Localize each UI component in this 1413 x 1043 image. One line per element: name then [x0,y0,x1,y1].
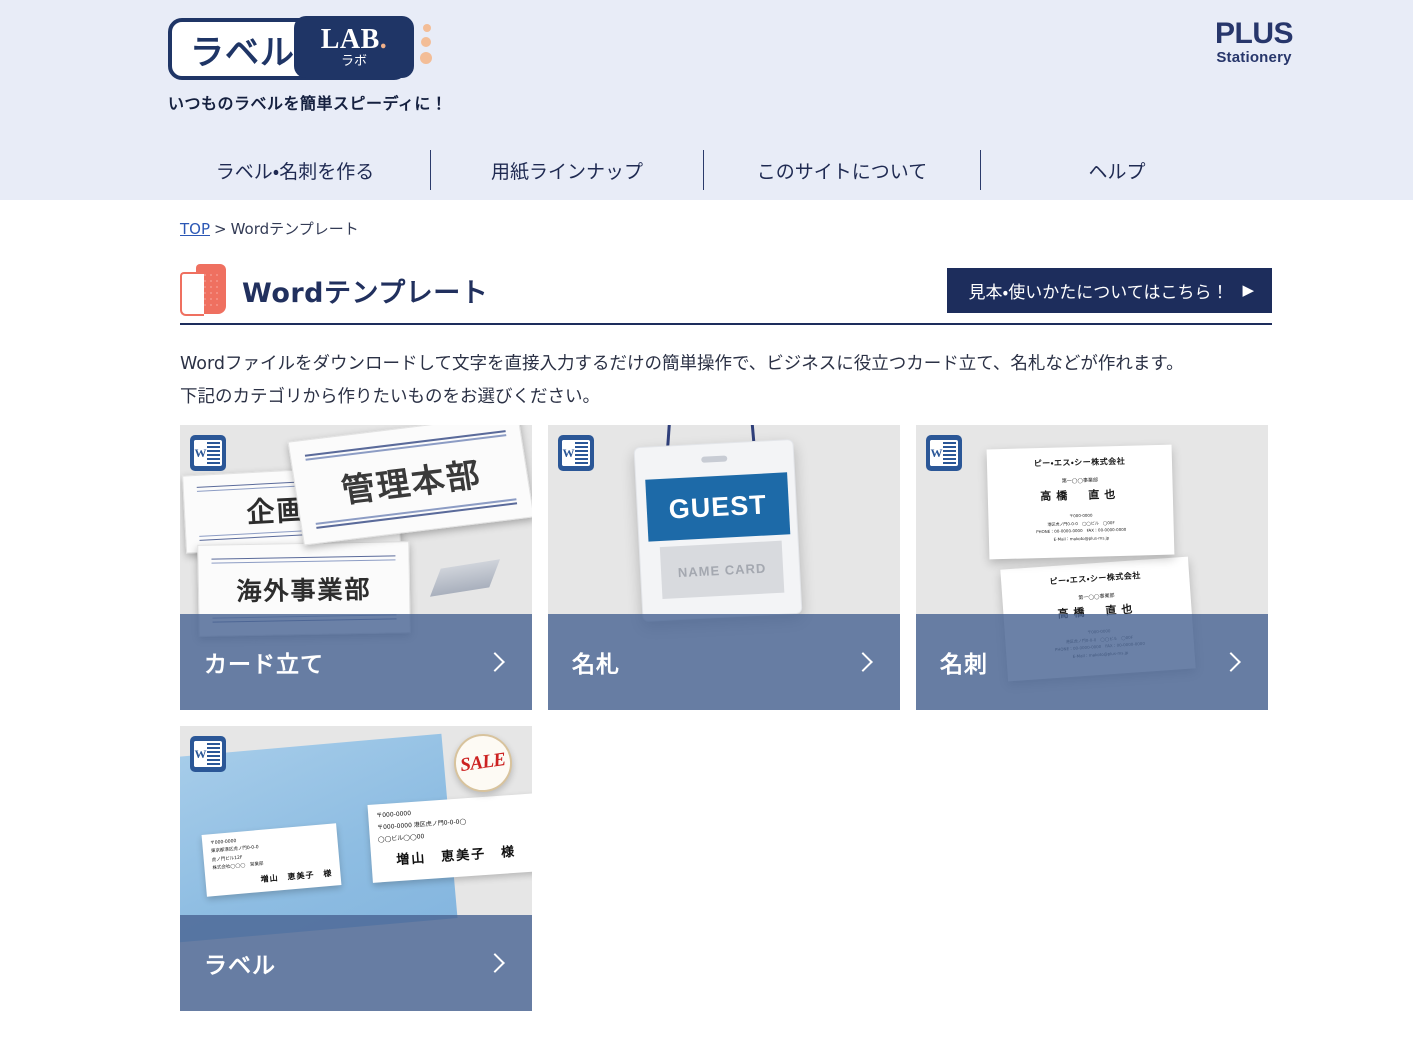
page-title: Wordテンプレート [242,277,489,309]
category-card-grid: 企画部 海外事業部 管理本部 W カード立て GUEST NAME CARD W… [180,425,1272,1011]
chevron-right-icon [853,652,873,672]
breadcrumb-separator: > [214,220,227,238]
nav-item-create[interactable]: ラベル・名刺を作る [160,157,430,184]
logo-tagline: いつものラベルを簡単スピーディに！ [168,94,448,113]
badge-holder: GUEST NAME CARD [633,438,803,623]
nameplate-kanri-honbu: 管理本部 [287,425,532,546]
main-navigation: ラベル・名刺を作る 用紙ラインナップ このサイトについて ヘルプ [0,140,1413,200]
category-card-card-stand[interactable]: 企画部 海外事業部 管理本部 W カード立て [180,425,532,710]
title-divider [180,323,1272,325]
site-header: ラベル LAB. ラボ いつものラベルを簡単スピーディに！ PLUS Stati… [0,0,1413,200]
category-label: 名刺 [940,652,988,678]
business-card-front: ピー・エス・シー株式会社 第一◯◯事業部 高橋 直也 〒000-0000 港区虎… [986,444,1175,560]
logo-lab-text: LAB. [320,24,388,55]
brand-subtitle: Stationery [1216,48,1292,66]
badge-slot [701,455,728,463]
description-line-2: 下記のカテゴリから作りたいものをお選びください。 [180,387,600,408]
badge-name-card-area: NAME CARD [659,540,785,599]
category-card-label[interactable]: 〒000-0000 東京都港区虎ノ門0-0-0 虎ノ門ビル12F 株式会社◯◯◯… [180,726,532,1011]
chevron-right-icon [485,652,505,672]
card-label-bar: 名刺 [916,614,1268,710]
usage-guide-button[interactable]: 見本・使いかたについてはこちら！ ▶ [946,267,1272,313]
nav-item-paper-lineup[interactable]: 用紙ラインナップ [431,157,703,184]
nav-item-about-site[interactable]: このサイトについて [704,157,980,184]
chevron-right-icon [1221,652,1241,672]
word-icon: W [926,435,962,471]
card-label-bar: 名札 [548,614,900,710]
address-label-small: 〒000-0000 東京都港区虎ノ門0-0-0 虎ノ門ビル12F 株式会社◯◯◯… [201,823,342,897]
breadcrumb: TOP > Wordテンプレート [180,218,359,239]
chevron-right-icon [485,953,505,973]
play-triangle-icon: ▶ [1242,280,1254,299]
page-description: Wordファイルをダウンロードして文字を直接入力するだけの簡単操作で、ビジネスに… [180,348,1270,415]
card-label-bar: カード立て [180,614,532,710]
card-label-bar: ラベル [180,915,532,1011]
breadcrumb-current: Wordテンプレート [230,220,359,238]
breadcrumb-link-top[interactable]: TOP [180,220,210,238]
address-label-large: 〒000-0000 〒000-0000 港区虎ノ門0-0-0◯ ◯◯ビル◯◯00… [367,793,532,883]
logo-dots-decoration [420,24,432,69]
logo-lab-subtext: ラボ [340,54,367,69]
word-icon: W [190,736,226,772]
sale-stamp-icon: SALE [450,730,516,796]
logo-lab-badge: LAB. ラボ [294,16,414,78]
category-label: 名札 [572,652,620,678]
description-line-1: Wordファイルをダウンロードして文字を直接入力するだけの簡単操作で、ビジネスに… [180,354,1184,374]
brand-name: PLUS [1214,17,1294,50]
word-template-book-icon [180,264,226,316]
usage-guide-button-label: 見本・使いかたについてはこちら！ [968,282,1229,303]
nav-item-help[interactable]: ヘルプ [981,157,1253,184]
site-logo[interactable]: ラベル LAB. ラボ いつものラベルを簡単スピーディに！ [168,14,468,114]
category-label: カード立て [204,652,324,678]
word-icon: W [558,435,594,471]
word-icon: W [190,435,226,471]
category-card-name-badge[interactable]: GUEST NAME CARD W 名札 [548,425,900,710]
logo-japanese-text: ラベル [190,32,295,73]
logo-mark: ラベル LAB. ラボ [168,14,468,84]
category-card-business-card[interactable]: ピー・エス・シー株式会社 第一◯◯事業部 高橋 直也 〒000-0000 港区虎… [916,425,1268,710]
page-title-row: Wordテンプレート 見本・使いかたについてはこちら！ ▶ [180,260,1272,320]
plus-stationery-logo: PLUS Stationery [1214,17,1294,66]
badge-guest-band: GUEST [645,472,791,542]
plate-stand-base [429,559,501,597]
category-label: ラベル [204,953,276,979]
